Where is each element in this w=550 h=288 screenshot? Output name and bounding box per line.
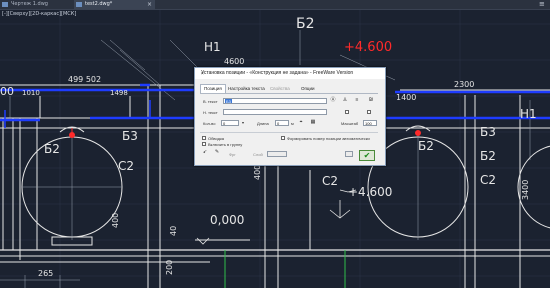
dwg-file-icon	[76, 2, 82, 7]
dwg-file-icon	[2, 2, 8, 7]
tab-underline	[200, 93, 378, 94]
tab-test2[interactable]: test2.dwg* ×	[74, 0, 155, 9]
length-unit: м	[291, 121, 294, 126]
document-tab-bar: Чертеж 1.dwg test2.dwg* × ≡	[0, 0, 550, 10]
format-icon[interactable]: Ⓐ	[329, 97, 337, 104]
tab-test2-label: test2.dwg*	[85, 1, 113, 7]
close-icon[interactable]: ×	[201, 70, 382, 79]
column-outline-left	[2, 117, 14, 251]
upper-text-field[interactable]: Б3	[223, 98, 327, 104]
position-dialog: Установка позиции - «Конструкция не зада…	[194, 67, 386, 166]
tab-drawing1[interactable]: Чертеж 1.dwg	[0, 0, 81, 9]
separator	[200, 132, 378, 133]
framed-checkbox[interactable]	[202, 136, 206, 140]
viewport-controls[interactable]: [-][Сверху][2D-каркас][МСК]	[2, 11, 76, 17]
option-checkbox[interactable]	[345, 110, 349, 114]
lower-text-field[interactable]	[223, 109, 327, 115]
checkmark-icon: ✔	[363, 151, 371, 160]
auto-number-label: Формировать номер позиции автоматически	[287, 136, 370, 141]
bind-label: Фрг	[229, 152, 236, 157]
layer-label: Слой	[253, 152, 263, 157]
count-label: Кол-во	[203, 121, 216, 126]
count-field[interactable]: 0	[221, 120, 239, 126]
upper-text-label: В. текст	[203, 99, 218, 104]
tab-options[interactable]: Опции	[298, 85, 318, 93]
table-icon[interactable]: ▦	[309, 119, 317, 126]
pick-icon[interactable]: ⌖	[297, 119, 305, 126]
scale-label: Масштаб	[341, 121, 359, 126]
cursor-icon[interactable]: ➹	[201, 149, 209, 156]
tab-drawing1-label: Чертеж 1.dwg	[11, 1, 48, 7]
option-checkbox-2[interactable]	[367, 110, 371, 114]
length-label: Длина	[257, 121, 269, 126]
auto-number-checkbox[interactable]	[281, 136, 285, 140]
framed-label: Обводка	[208, 136, 225, 141]
chevron-down-icon[interactable]: ▾	[239, 119, 247, 126]
hamburger-menu-icon[interactable]: ≡	[539, 1, 546, 8]
close-icon[interactable]: ×	[147, 0, 152, 9]
length-field[interactable]: 0	[275, 120, 289, 126]
group-checkbox[interactable]	[202, 142, 206, 146]
scale-field[interactable]: 100	[363, 120, 377, 126]
upper-text-value: Б3	[225, 99, 232, 104]
symbol-icon[interactable]: ₪	[367, 97, 375, 104]
tab-position[interactable]: Позиция	[200, 84, 226, 93]
lower-text-label: Н. текст	[203, 110, 218, 115]
pipette-icon[interactable]: ✎	[213, 149, 221, 156]
dialog-titlebar[interactable]: Установка позиции - «Конструкция не зада…	[195, 68, 385, 79]
person-icon[interactable]: ♙	[341, 97, 349, 104]
layer-select[interactable]	[345, 151, 353, 157]
ok-button[interactable]: ✔	[359, 150, 375, 161]
tab-text-settings[interactable]: Настройка текста	[225, 85, 268, 93]
layer-field[interactable]	[267, 151, 287, 157]
group-label: Включить в группу	[208, 142, 243, 147]
align-icon[interactable]: ≡	[353, 97, 361, 104]
tab-properties[interactable]: Свойства	[267, 85, 293, 93]
